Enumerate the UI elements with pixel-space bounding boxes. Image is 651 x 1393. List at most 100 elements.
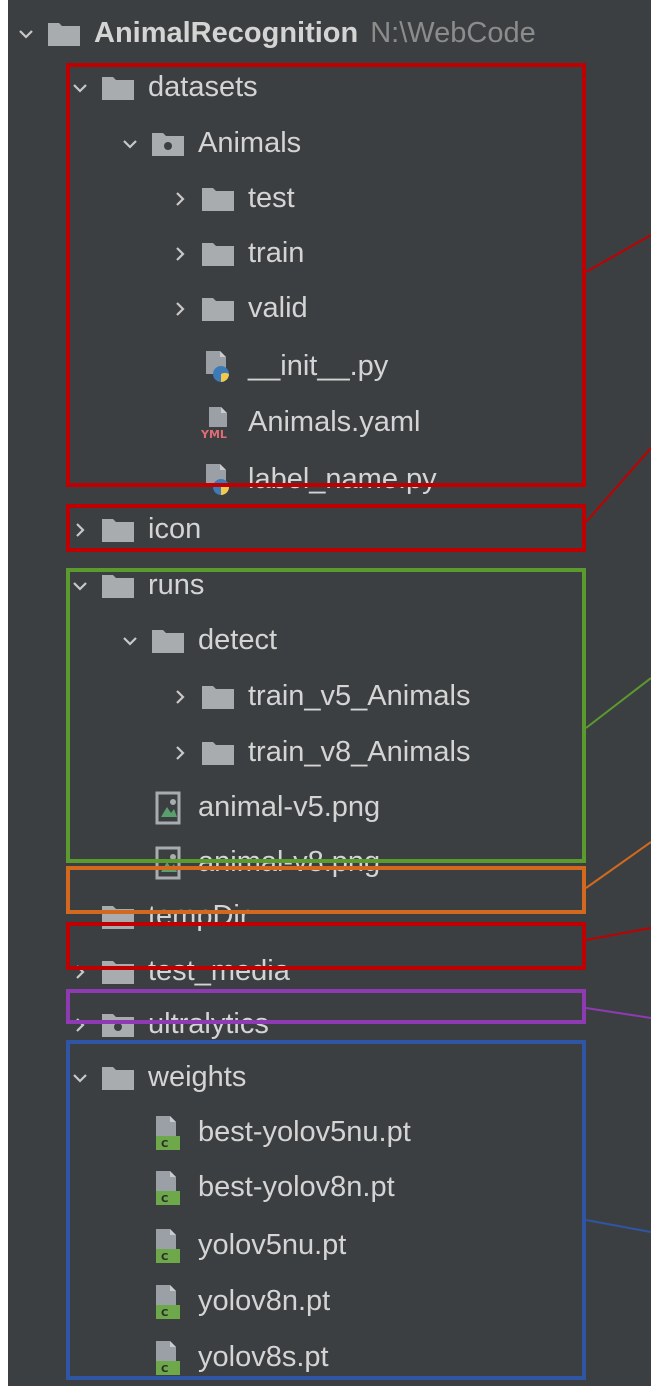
chevron-down-icon[interactable] [8, 6, 44, 61]
pt-file-icon: C [148, 1218, 188, 1273]
tree-item-ultralytics[interactable]: ultralytics [62, 997, 269, 1052]
tree-item-test-media[interactable]: test_media [62, 944, 290, 999]
pt-file-icon: C [148, 1105, 188, 1160]
tree-item-icon[interactable]: icon [62, 502, 201, 557]
pt-file-icon: C [148, 1160, 188, 1215]
tree-item-label: yolov5nu.pt [198, 1229, 347, 1261]
tree-item-animal-v8-png[interactable]: animal-v8.png [112, 835, 380, 890]
tree-item-label: best-yolov8n.pt [198, 1171, 395, 1203]
tree-item-label: animal-v5.png [198, 791, 381, 823]
tree-item-best-yolov8n-pt[interactable]: Cbest-yolov8n.pt [112, 1160, 395, 1215]
tree-root-path: N:\WebCode [370, 17, 536, 49]
tree-item-weights[interactable]: weights [62, 1050, 246, 1105]
folder-icon [198, 725, 238, 780]
chevron-down-icon[interactable] [112, 116, 148, 171]
tree-item-label: datasets [148, 71, 258, 103]
tree-item-label: weights [148, 1061, 247, 1093]
tree-item-label: runs [148, 569, 205, 601]
folder-icon [98, 502, 138, 557]
tree-item-label: detect [198, 624, 277, 656]
tree-item-label: yolov8s.pt [198, 1341, 329, 1373]
tree-root-animalrecognition[interactable]: AnimalRecognition N:\WebCode [8, 6, 536, 61]
tree-item-tempdir[interactable]: tempDir [62, 889, 250, 944]
chevron-right-icon[interactable] [62, 502, 98, 557]
tree-item-train-v8-animals[interactable]: train_v8_Animals [162, 725, 470, 780]
tree-item-valid[interactable]: valid [162, 281, 308, 336]
tree-item-animals[interactable]: Animals [112, 116, 301, 171]
folder-icon [98, 60, 138, 115]
tree-item-label: Animals [198, 127, 302, 159]
tree-item-label: __init__.py [248, 350, 389, 382]
python-file-icon [198, 339, 238, 394]
tree-item-init-py[interactable]: __init__.py [162, 339, 388, 394]
file-icon-badge: C [161, 1364, 169, 1375]
tree-item-label: ultralytics [148, 1008, 269, 1040]
package-folder-icon [98, 997, 138, 1052]
tree-item-yolov5nu-pt[interactable]: Cyolov5nu.pt [112, 1218, 346, 1273]
tree-item-label: train_v5_Animals [248, 680, 471, 712]
folder-icon [98, 944, 138, 999]
tree-item-label: Animals.yaml [248, 406, 421, 438]
folder-icon [148, 613, 188, 668]
tree-item-animal-v5-png[interactable]: animal-v5.png [112, 780, 380, 835]
tree-item-label: train [248, 237, 305, 269]
folder-icon [198, 281, 238, 336]
yaml-file-icon: YML [198, 395, 238, 450]
pt-file-icon: C [148, 1274, 188, 1329]
chevron-right-icon[interactable] [162, 171, 198, 226]
chevron-right-icon[interactable] [62, 997, 98, 1052]
chevron-down-icon[interactable] [62, 60, 98, 115]
tree-item-label: test [248, 182, 295, 214]
tree-item-yolov8n-pt[interactable]: Cyolov8n.pt [112, 1274, 330, 1329]
tree-item-yolov8s-pt[interactable]: Cyolov8s.pt [112, 1330, 329, 1385]
folder-icon [198, 171, 238, 226]
folder-icon [44, 6, 84, 61]
chevron-right-icon[interactable] [62, 944, 98, 999]
tree-item-label: icon [148, 513, 202, 545]
tree-item-label: yolov8n.pt [198, 1285, 331, 1317]
tree-item-detect[interactable]: detect [112, 613, 277, 668]
tree-item-label: valid [248, 292, 308, 324]
chevron-right-icon[interactable] [162, 725, 198, 780]
chevron-down-icon[interactable] [112, 613, 148, 668]
tree-item-test[interactable]: test [162, 171, 295, 226]
tree-item-label: tempDir [148, 900, 250, 932]
file-icon-badge: YML [201, 428, 227, 441]
folder-icon [98, 1050, 138, 1105]
pt-file-icon: C [148, 1330, 188, 1385]
tree-item-label: test_media [148, 955, 290, 987]
file-icon-badge: C [161, 1139, 169, 1150]
folder-icon [98, 558, 138, 613]
tree-root-label: AnimalRecognition [94, 17, 359, 49]
chevron-down-icon[interactable] [62, 1050, 98, 1105]
tree-item-best-yolov5nu-pt[interactable]: Cbest-yolov5nu.pt [112, 1105, 411, 1160]
tree-item-label-name-py[interactable]: label_name.py [162, 452, 437, 507]
file-icon-badge: C [161, 1194, 169, 1205]
tree-item-train-v5-animals[interactable]: train_v5_Animals [162, 669, 470, 724]
project-tree-panel: AnimalRecognition N:\WebCode datasets Ani… [8, 0, 651, 1386]
chevron-right-icon[interactable] [162, 669, 198, 724]
tree-item-label: train_v8_Animals [248, 736, 471, 768]
tree-item-runs[interactable]: runs [62, 558, 204, 613]
image-file-icon [148, 780, 188, 835]
image-file-icon [148, 835, 188, 890]
tree-item-animals-yaml[interactable]: YML Animals.yaml [162, 395, 420, 450]
chevron-right-icon[interactable] [162, 226, 198, 281]
folder-icon [98, 889, 138, 944]
tree-item-train[interactable]: train [162, 226, 304, 281]
tree-item-datasets[interactable]: datasets [62, 60, 258, 115]
chevron-right-icon[interactable] [162, 281, 198, 336]
file-icon-badge: C [161, 1308, 169, 1319]
chevron-down-icon[interactable] [62, 558, 98, 613]
tree-item-label: best-yolov5nu.pt [198, 1116, 411, 1148]
